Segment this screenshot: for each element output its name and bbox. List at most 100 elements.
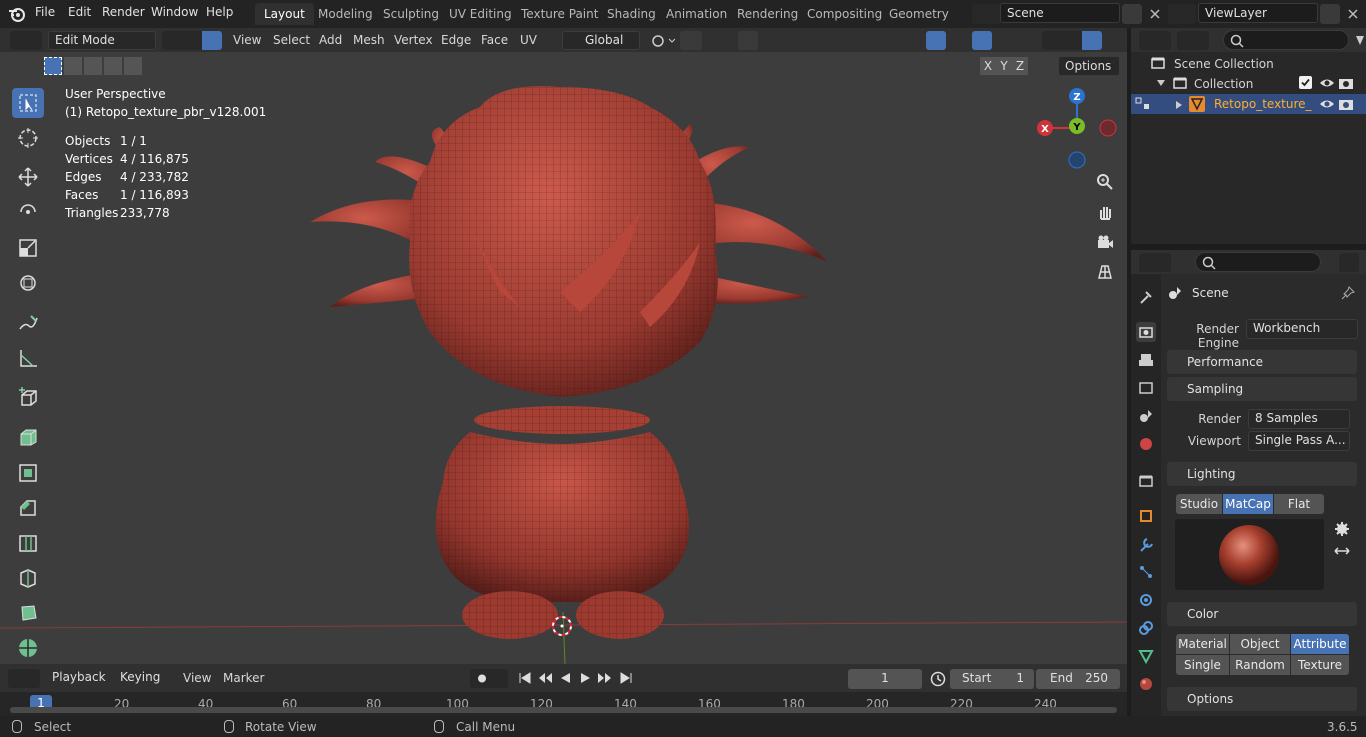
performance-panel-header[interactable]: Performance (1167, 350, 1357, 374)
rotate-tool[interactable] (12, 197, 44, 227)
scene-collection-label[interactable]: Scene Collection (1174, 57, 1274, 71)
bevel-tool[interactable] (12, 493, 44, 523)
tab-geometry-nodes[interactable]: Geometry Noc (880, 3, 964, 25)
color-single-option[interactable]: Single (1176, 655, 1229, 675)
tab-texture-paint[interactable]: Texture Paint (512, 3, 607, 25)
menu-edit[interactable]: Edit (68, 5, 91, 19)
menu-uv[interactable]: UV (515, 31, 542, 50)
menu-mesh[interactable]: Mesh (348, 31, 390, 50)
menu-vertex[interactable]: Vertex (389, 31, 438, 50)
pan-hand-icon[interactable] (1093, 200, 1117, 224)
color-object-option[interactable]: Object (1230, 634, 1290, 654)
new-scene-icon[interactable] (1122, 4, 1142, 24)
orientation-dropdown[interactable]: Global (562, 31, 640, 50)
menu-face[interactable]: Face (476, 31, 513, 50)
material-shading-icon[interactable] (1082, 31, 1102, 50)
measure-tool[interactable] (12, 343, 44, 373)
spin-tool[interactable] (12, 633, 44, 663)
outliner-search-input[interactable] (1223, 30, 1349, 50)
mirror-z-toggle[interactable]: Z (1012, 57, 1028, 75)
menu-view[interactable]: View (228, 31, 266, 50)
move-tool[interactable] (12, 162, 44, 192)
visibility-icon[interactable] (892, 31, 922, 50)
collection-expand-icon[interactable] (1157, 77, 1165, 87)
proportional-edit-icon[interactable] (738, 31, 758, 50)
playback-dropdown[interactable]: Playback (46, 669, 114, 688)
object-expand-icon[interactable] (1175, 99, 1183, 109)
menu-select[interactable]: Select (268, 31, 315, 50)
view-layer-tab-icon[interactable] (1136, 378, 1156, 398)
select-subtract-icon[interactable] (84, 57, 102, 75)
wireframe-shading-icon[interactable] (1042, 31, 1062, 50)
object-visibility-eye-icon[interactable] (1319, 97, 1335, 111)
color-attribute-option[interactable]: Attribute (1291, 634, 1349, 654)
tab-modeling[interactable]: Modeling (309, 3, 382, 25)
shading-dropdown-icon[interactable] (1106, 31, 1122, 50)
lighting-studio-option[interactable]: Studio (1176, 494, 1222, 514)
edit-mode-icon[interactable] (1135, 97, 1151, 111)
matcap-flip-icon[interactable] (1334, 544, 1350, 558)
collection-label[interactable]: Collection (1194, 77, 1253, 91)
collection-render-camera-icon[interactable] (1338, 76, 1354, 90)
close-scene-icon[interactable] (1148, 4, 1162, 24)
lighting-flat-option[interactable]: Flat (1274, 494, 1324, 514)
mirror-x-toggle[interactable]: X (980, 57, 996, 75)
jump-keyframe-forward-icon[interactable] (596, 670, 614, 686)
lighting-matcap-option[interactable]: MatCap (1223, 494, 1273, 514)
options-dropdown[interactable]: Options (1058, 56, 1120, 76)
physics-tab-icon[interactable] (1136, 590, 1156, 610)
gizmo-dropdown-icon[interactable] (946, 31, 966, 50)
overlays-toggle-icon[interactable] (972, 31, 992, 50)
editor-type-icon[interactable] (10, 31, 42, 50)
select-box-tool[interactable] (12, 88, 44, 118)
keying-dropdown[interactable]: Keying (114, 669, 174, 688)
particles-tab-icon[interactable] (1136, 562, 1156, 582)
viewport-samples-dropdown[interactable]: Single Pass A... (1248, 431, 1350, 451)
matcap-preview[interactable] (1175, 519, 1324, 590)
collection-visibility-eye-icon[interactable] (1319, 76, 1335, 90)
start-frame-field[interactable]: Start 1 (950, 669, 1034, 689)
mirror-y-toggle[interactable]: Y (996, 57, 1012, 75)
data-tab-icon[interactable] (1136, 646, 1156, 666)
sampling-panel-header[interactable]: Sampling (1167, 377, 1357, 401)
mirror-icon[interactable] (958, 57, 978, 75)
zoom-icon[interactable] (1093, 170, 1117, 194)
tab-compositing[interactable]: Compositing (798, 3, 891, 25)
timeline-marker-menu[interactable]: Marker (218, 669, 269, 688)
face-select-icon[interactable] (202, 31, 222, 50)
camera-icon[interactable] (1093, 230, 1117, 254)
matcap-settings-gear-icon[interactable] (1334, 521, 1350, 537)
menu-edge[interactable]: Edge (436, 31, 476, 50)
overlays-dropdown-icon[interactable] (992, 31, 1012, 50)
solid-shading-icon[interactable] (1062, 31, 1082, 50)
3d-viewport[interactable]: User Perspective (1) Retopo_texture_pbr_… (0, 52, 1127, 664)
view-layer-icon[interactable] (1168, 4, 1196, 24)
auto-keying-toggle-icon[interactable] (470, 669, 508, 688)
object-row[interactable]: Retopo_texture_ (1131, 94, 1366, 114)
scene-tab-icon[interactable] (1136, 406, 1156, 426)
snap-target-icon[interactable] (703, 31, 733, 50)
xray-icon[interactable] (1018, 31, 1038, 50)
play-icon[interactable] (576, 670, 594, 686)
properties-options-icon[interactable] (1339, 253, 1359, 272)
tab-sculpting[interactable]: Sculpting (374, 3, 448, 25)
tab-layout[interactable]: Layout (255, 3, 314, 25)
inset-tool[interactable] (12, 458, 44, 488)
extrude-tool[interactable] (12, 421, 44, 451)
select-new-icon[interactable] (44, 57, 62, 75)
pin-icon[interactable] (1340, 285, 1356, 301)
filter-icon[interactable] (1355, 31, 1365, 50)
new-view-layer-icon[interactable] (1320, 4, 1340, 24)
color-material-option[interactable]: Material (1176, 634, 1229, 654)
collection-tab-icon[interactable] (1136, 471, 1156, 491)
properties-editor-type-icon[interactable] (1139, 253, 1171, 272)
edge-select-icon[interactable] (182, 31, 202, 50)
jump-end-icon[interactable] (617, 670, 635, 686)
tab-shading[interactable]: Shading (598, 3, 665, 25)
vertex-select-icon[interactable] (162, 31, 182, 50)
timeline-view-menu[interactable]: View (178, 669, 216, 688)
tool-tab-icon[interactable] (1136, 287, 1156, 307)
timeline-scrollbar[interactable] (10, 707, 1117, 713)
output-tab-icon[interactable] (1136, 350, 1156, 370)
select-invert-icon[interactable] (104, 57, 122, 75)
